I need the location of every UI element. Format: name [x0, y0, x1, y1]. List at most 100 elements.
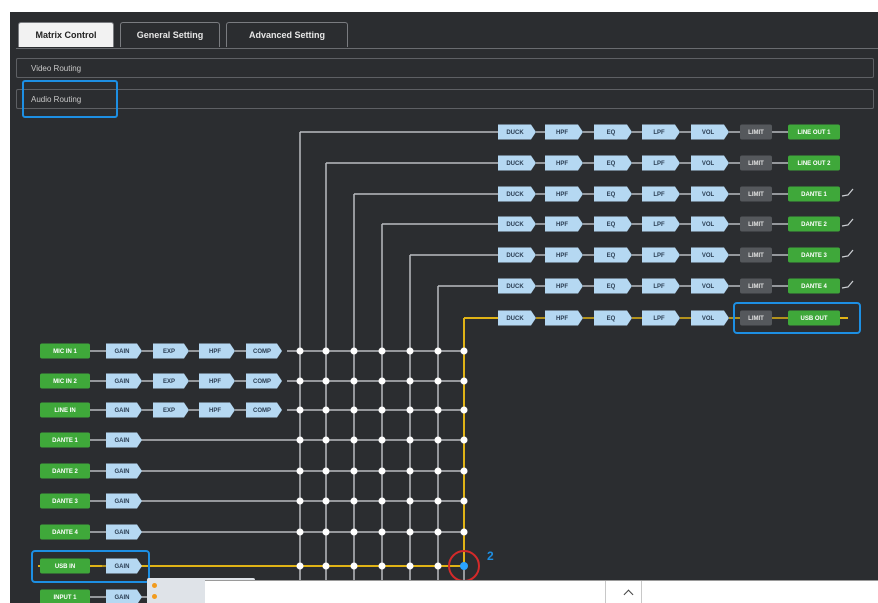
crosspoint-node[interactable] — [322, 562, 330, 570]
output-dsp-label: EQ — [607, 316, 616, 322]
input-dsp-label: GAIN — [115, 564, 130, 570]
crosspoint-node[interactable] — [296, 562, 304, 570]
output-node-label: DANTE 3 — [801, 253, 827, 259]
crosspoint-node[interactable] — [434, 347, 442, 355]
crosspoint-node[interactable] — [434, 377, 442, 385]
input-dsp-label: HPF — [209, 379, 221, 385]
output-dsp-label: LPF — [653, 192, 665, 198]
crosspoint-node[interactable] — [350, 467, 358, 475]
crosspoint-node[interactable] — [378, 436, 386, 444]
output-dsp-label: VOL — [702, 222, 715, 228]
output-dsp-label: LPF — [653, 130, 665, 136]
output-link-indicator — [841, 218, 854, 227]
crosspoint-node[interactable] — [460, 528, 468, 536]
crosspoint-node[interactable] — [350, 436, 358, 444]
crosspoint-node[interactable] — [406, 497, 414, 505]
crosspoint-node[interactable] — [460, 347, 468, 355]
crosspoint-node-active[interactable] — [460, 562, 468, 570]
crosspoint-node[interactable] — [406, 467, 414, 475]
output-dsp-label: LIMIT — [748, 253, 764, 259]
crosspoint-node[interactable] — [350, 497, 358, 505]
output-dsp-label: VOL — [702, 161, 715, 167]
crosspoint-node[interactable] — [434, 497, 442, 505]
output-dsp-label: VOL — [702, 253, 715, 259]
crosspoint-node[interactable] — [350, 347, 358, 355]
crosspoint-node[interactable] — [406, 436, 414, 444]
input-node-label: DANTE 2 — [52, 469, 78, 475]
crosspoint-node[interactable] — [350, 406, 358, 414]
crosspoint-node[interactable] — [322, 377, 330, 385]
crosspoint-node[interactable] — [378, 467, 386, 475]
crosspoint-node[interactable] — [296, 528, 304, 536]
output-dsp-label: LPF — [653, 284, 665, 290]
crosspoint-node[interactable] — [322, 347, 330, 355]
crosspoint-node[interactable] — [322, 497, 330, 505]
crosspoint-node[interactable] — [406, 377, 414, 385]
output-dsp-label: VOL — [702, 284, 715, 290]
crosspoint-node[interactable] — [350, 562, 358, 570]
crosspoint-node[interactable] — [350, 528, 358, 536]
output-dsp-label: LPF — [653, 316, 665, 322]
crosspoint-node[interactable] — [378, 377, 386, 385]
output-dsp-label: DUCK — [506, 192, 524, 198]
input-dsp-label: HPF — [209, 349, 221, 355]
crosspoint-node[interactable] — [434, 562, 442, 570]
input-node-label: DANTE 1 — [52, 438, 78, 444]
output-dsp-label: EQ — [607, 222, 616, 228]
output-node-label: DANTE 2 — [801, 222, 827, 228]
crosspoint-node[interactable] — [406, 347, 414, 355]
crosspoint-node[interactable] — [296, 467, 304, 475]
crosspoint-node[interactable] — [322, 436, 330, 444]
crosspoint-node[interactable] — [460, 497, 468, 505]
output-dsp-label: LIMIT — [748, 192, 764, 198]
output-dsp-label: LIMIT — [748, 130, 764, 136]
crosspoint-node[interactable] — [460, 406, 468, 414]
input-dsp-label: GAIN — [115, 469, 130, 475]
output-node-label: DANTE 1 — [801, 192, 827, 198]
crosspoint-node[interactable] — [460, 377, 468, 385]
output-dsp-label: HPF — [556, 192, 568, 198]
output-dsp-label: VOL — [702, 192, 715, 198]
popup-marker-icon — [152, 594, 157, 599]
output-dsp-label: HPF — [556, 222, 568, 228]
crosspoint-node[interactable] — [460, 467, 468, 475]
crosspoint-node[interactable] — [296, 347, 304, 355]
output-dsp-label: LIMIT — [748, 284, 764, 290]
crosspoint-node[interactable] — [378, 528, 386, 536]
crosspoint-node[interactable] — [378, 406, 386, 414]
crosspoint-node[interactable] — [434, 528, 442, 536]
input-dsp-label: GAIN — [115, 379, 130, 385]
crosspoint-node[interactable] — [296, 497, 304, 505]
output-dsp-label: LIMIT — [748, 222, 764, 228]
chevron-up-icon[interactable] — [623, 589, 634, 600]
input-dsp-label: COMP — [253, 408, 271, 414]
crosspoint-node[interactable] — [434, 406, 442, 414]
input-node-label: INPUT 1 — [53, 595, 77, 601]
annotation-number: 2 — [487, 549, 494, 563]
crosspoint-node[interactable] — [434, 436, 442, 444]
output-dsp-label: HPF — [556, 130, 568, 136]
crosspoint-node[interactable] — [378, 497, 386, 505]
crosspoint-node[interactable] — [406, 562, 414, 570]
crosspoint-node[interactable] — [378, 347, 386, 355]
bottom-pane — [205, 580, 878, 603]
crosspoint-node[interactable] — [322, 467, 330, 475]
crosspoint-node[interactable] — [296, 436, 304, 444]
crosspoint-node[interactable] — [296, 377, 304, 385]
input-dsp-label: GAIN — [115, 499, 130, 505]
output-dsp-label: DUCK — [506, 222, 524, 228]
crosspoint-node[interactable] — [406, 406, 414, 414]
output-dsp-label: HPF — [556, 253, 568, 259]
output-dsp-label: EQ — [607, 284, 616, 290]
output-link-indicator — [841, 188, 854, 197]
crosspoint-node[interactable] — [378, 562, 386, 570]
crosspoint-node[interactable] — [322, 528, 330, 536]
crosspoint-node[interactable] — [434, 467, 442, 475]
crosspoint-node[interactable] — [406, 528, 414, 536]
crosspoint-node[interactable] — [460, 436, 468, 444]
output-dsp-label: LPF — [653, 253, 665, 259]
crosspoint-node[interactable] — [350, 377, 358, 385]
crosspoint-node[interactable] — [322, 406, 330, 414]
input-node-label: USB IN — [55, 564, 75, 570]
crosspoint-node[interactable] — [296, 406, 304, 414]
